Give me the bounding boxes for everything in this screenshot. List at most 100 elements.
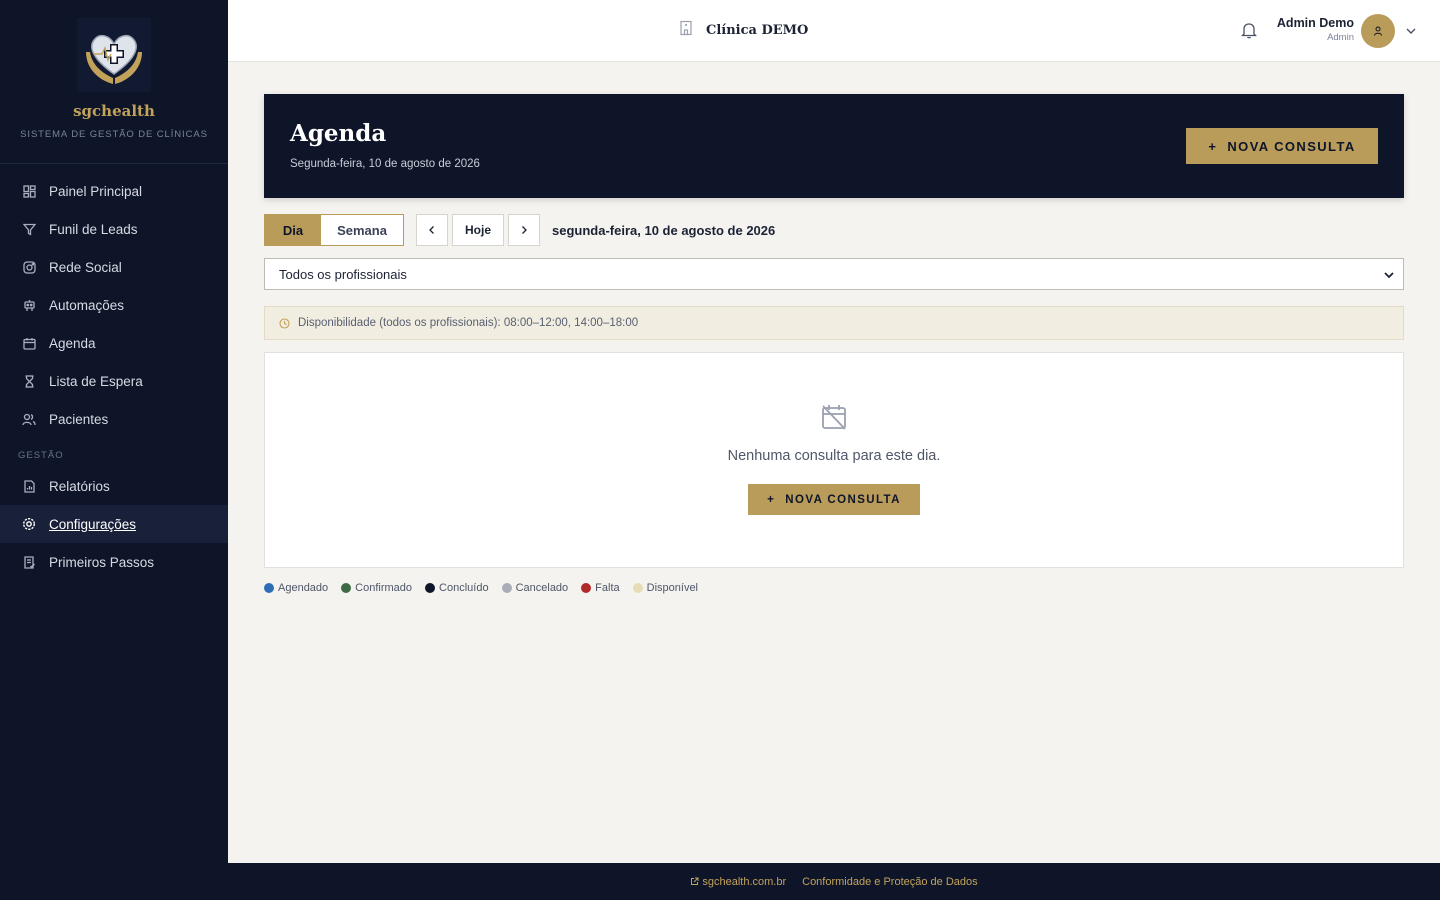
legend-item: Disponível [632,582,698,594]
avatar[interactable] [1361,14,1395,48]
external-link-icon [690,877,699,886]
previous-day-button[interactable] [416,214,448,246]
legend-dot [341,583,352,593]
legend-label: Agendado [278,582,329,594]
empty-message: Nenhuma consulta para este dia. [727,448,941,464]
sidebar-item-label: Rede Social [49,259,122,275]
legend-item: Confirmado [341,582,412,594]
availability-text: Disponibilidade (todos os profissionais)… [298,317,639,329]
calendar-controls: Dia Semana Hoje segunda-feira, 10 de ago… [264,214,1404,246]
sidebar-item-relatorios[interactable]: Relatórios [0,467,228,505]
main-content: Agenda Segunda-feira, 10 de agosto de 20… [264,94,1404,594]
empty-state: Nenhuma consulta para este dia. + NOVA C… [264,352,1404,568]
plus-icon: + [1208,138,1218,154]
sidebar-item-label: Primeiros Passos [49,554,155,570]
today-button[interactable]: Hoje [452,214,504,246]
new-appointment-button[interactable]: + NOVA CONSULTA [1186,128,1378,164]
next-day-button[interactable] [508,214,540,246]
footer: sgchealth.com.br Conformidade e Proteção… [228,863,1440,900]
users-icon [22,412,36,426]
sidebar-item-lista-de-espera[interactable]: Lista de Espera [0,362,228,400]
sidebar-item-painel-principal[interactable]: Painel Principal [0,172,228,210]
sidebar-item-label: Relatórios [49,478,110,494]
legend-label: Confirmado [355,582,413,594]
sidebar-section-label: GESTÃO [18,450,64,461]
sidebar-item-pacientes[interactable]: Pacientes [0,400,228,438]
page-title: Agenda [290,120,387,147]
current-date: segunda-feira, 10 de agosto de 2026 [552,222,776,238]
gear-icon [22,517,36,531]
legend-label: Falta [595,582,620,594]
sidebar-item-automacoes[interactable]: Automações [0,286,228,324]
legend-item: Cancelado [501,582,569,594]
legend-dot [425,583,436,593]
bell-icon [1240,23,1258,39]
brand-name: sgchealth [73,102,155,120]
chevron-down-icon [1383,269,1395,284]
sidebar-item-label: Automações [49,297,125,313]
availability-banner: Disponibilidade (todos os profissionais)… [264,306,1404,340]
brand: sgchealth SISTEMA DE GESTÃO DE CLÍNICAS [0,0,228,164]
sidebar-item-label: Painel Principal [49,183,143,199]
funnel-icon [22,222,36,236]
plus-icon: + [767,493,776,506]
logo[interactable] [77,18,151,92]
site-link[interactable]: sgchealth.com.br [690,876,786,888]
building-icon [678,20,694,40]
sidebar-item-agenda[interactable]: Agenda [0,324,228,362]
legend-item: Agendado [264,582,328,594]
legend-item: Falta [581,582,620,594]
clock-icon [279,317,290,329]
sidebar: sgchealth SISTEMA DE GESTÃO DE CLÍNICAS … [0,0,228,900]
instagram-icon [22,260,36,274]
chevron-right-icon [522,226,527,234]
view-toggle: Dia Semana [264,214,404,246]
sidebar-item-configuracoes[interactable]: Configurações [0,505,228,543]
checklist-icon [22,555,36,569]
user-info: Admin Demo Admin [1277,16,1354,43]
user-menu-toggle[interactable] [1405,24,1417,42]
legend-item: Concluído [425,582,489,594]
button-label: NOVA CONSULTA [785,493,901,506]
heart-hands-logo-icon [86,34,142,84]
professional-select[interactable]: Todos os profissionais [264,258,1404,290]
legend-label: Cancelado [515,582,569,594]
legend-dot [632,583,643,593]
notifications-button[interactable] [1240,21,1258,44]
legend-dot [581,583,592,593]
compliance-link[interactable]: Conformidade e Proteção de Dados [802,876,978,888]
sidebar-item-label: Pacientes [49,411,109,427]
status-legend: Agendado Confirmado Concluído Cancelado … [264,582,1404,594]
sidebar-item-funil-de-leads[interactable]: Funil de Leads [0,210,228,248]
brand-subtitle: SISTEMA DE GESTÃO DE CLÍNICAS [20,129,208,140]
page-header: Agenda Segunda-feira, 10 de agosto de 20… [264,94,1404,198]
clinic-selector[interactable]: Clínica DEMO [678,20,808,40]
legend-dot [501,583,512,593]
user-role: Admin [1327,32,1354,43]
user-name: Admin Demo [1276,16,1354,30]
sidebar-item-label: Configurações [49,516,137,532]
sidebar-item-primeiros-passos[interactable]: Primeiros Passos [0,543,228,581]
clinic-name: Clínica DEMO [706,22,809,38]
chevron-down-icon [1406,28,1416,34]
empty-new-appointment-button[interactable]: + NOVA CONSULTA [748,484,920,515]
hourglass-icon [22,374,36,388]
dashboard-icon [22,184,36,198]
view-week-button[interactable]: Semana [321,215,403,245]
sidebar-item-rede-social[interactable]: Rede Social [0,248,228,286]
professional-select-value: Todos os profissionais [279,266,407,282]
calendar-icon [22,336,36,350]
page-subtitle: Segunda-feira, 10 de agosto de 2026 [290,158,480,170]
legend-label: Concluído [439,582,489,594]
bot-icon [22,298,36,312]
calendar-off-icon [820,403,848,436]
topbar: Clínica DEMO Admin Demo Admin [228,0,1440,62]
sidebar-item-label: Agenda [49,335,96,351]
view-day-button[interactable]: Dia [265,215,321,245]
site-link-label: sgchealth.com.br [702,875,787,888]
report-icon [22,479,36,493]
sidebar-item-label: Funil de Leads [49,221,138,237]
sidebar-item-label: Lista de Espera [49,373,143,389]
chevron-left-icon [429,226,434,234]
button-label: NOVA CONSULTA [1227,138,1356,154]
